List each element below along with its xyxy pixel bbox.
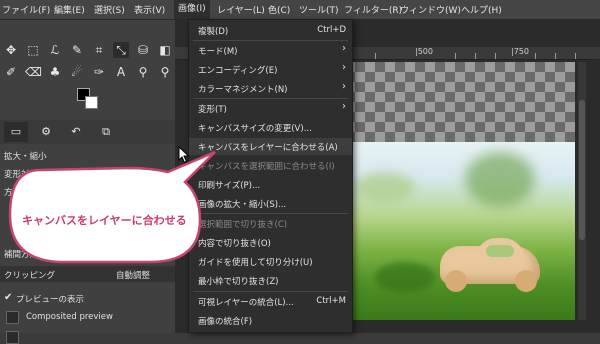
menu-windows[interactable]: ウィンドウ(W) [400,3,461,16]
menu-layer[interactable]: レイヤー(L) [217,3,265,16]
menu-item-shortcut: Ctrl+M [316,296,346,306]
blend-icon[interactable]: ◧ [157,42,173,58]
composited-preview-label[interactable]: Composited preview [26,312,113,322]
composited-preview-checkbox[interactable] [6,311,19,324]
ruler-tick [495,53,496,59]
menu-item-mode[interactable]: モード(M) › [189,42,352,59]
tree-blur [465,152,535,207]
menu-item-transform[interactable]: 変形(T) › [189,100,352,117]
menu-item-label: 画像の統合(F) [198,317,253,327]
menu-select[interactable]: 選択(S) [94,3,125,16]
callout-shape [8,150,216,264]
menu-separator [193,291,348,292]
ruler-label-750: |750 [511,47,529,56]
ruler-label-500: |500 [415,47,433,56]
tool-options-tab-icon[interactable]: ▭ [4,122,28,142]
menu-view[interactable]: 表示(V) [134,3,165,16]
menu-help[interactable]: ヘルプ(H) [461,3,502,16]
submenu-arrow-icon: › [342,101,346,112]
device-status-tab-icon[interactable]: ⚙ [34,122,58,142]
mouse-cursor-icon [178,146,190,164]
paths-icon[interactable]: ✑ [91,64,107,80]
background-color[interactable] [85,96,98,109]
menu-item-flatten-image[interactable]: 画像の統合(F) [189,312,352,329]
undo-history-tab-icon[interactable]: ↶ [64,122,88,142]
tree-blur [355,172,415,202]
menu-edit[interactable]: 編集(E) [54,3,85,16]
paintbrush-icon[interactable]: ✐ [3,64,19,80]
submenu-arrow-icon: › [342,43,346,54]
menu-item-label: エンコーディング(E) [198,66,278,76]
transparent-canvas-region [345,62,575,142]
eraser-icon[interactable]: ⌫ [25,64,42,80]
menu-item-label: モード(M) [198,47,238,57]
scrollbar-thumb[interactable] [579,100,585,240]
wooden-car-wheel [445,270,467,292]
ruler-tick [575,53,576,59]
canvas-photo [345,142,575,320]
menu-item-shortcut: Ctrl+D [317,25,346,35]
menu-item-label: カラーマネジメント(N) [198,85,288,95]
menu-item-label: 可視レイヤーの統合(L)... [198,298,294,308]
rect-select-icon[interactable]: ⬚ [25,42,41,58]
menu-color[interactable]: 色(C) [268,3,290,16]
menu-separator [193,40,348,41]
zoom-icon[interactable]: ⚲ [157,64,173,80]
ruler-tick [555,53,556,59]
menu-tools[interactable]: ツール(T) [299,3,339,16]
move-tool-icon[interactable]: ✥ [3,42,19,58]
menu-item-merge-visible-layers[interactable]: 可視レイヤーの統合(L)... Ctrl+M [189,293,352,310]
menu-item-label: 複製(D) [198,27,229,37]
ruler-tick [475,53,476,59]
wooden-car-window [486,245,514,257]
wooden-car-wheel [515,270,537,292]
menu-filters[interactable]: フィルター(R) [344,3,402,16]
ruler-tick [375,53,376,59]
clone-icon[interactable]: ♣ [47,64,63,80]
ruler-tick [535,53,536,59]
menu-item-canvas-size[interactable]: キャンバスサイズの変更(V)... [189,119,352,136]
menu-file[interactable]: ファイル(F) [2,3,50,16]
menu-item-encoding[interactable]: エンコーディング(E) › [189,61,352,78]
check-icon[interactable]: ✔ [4,292,12,303]
text-tool-icon[interactable]: A [113,64,129,80]
bucket-fill-icon[interactable]: ⛁ [135,42,151,58]
color-picker-icon[interactable]: ⚲ [135,64,151,80]
smudge-icon[interactable]: ☄ [69,64,85,80]
images-tab-icon[interactable]: ⧉ [94,122,118,142]
scale-tool-icon[interactable]: ⤡ [113,42,129,58]
menu-separator [193,98,348,99]
menu-item-color-management[interactable]: カラーマネジメント(N) › [189,80,352,97]
menu-item-label: キャンバスサイズの変更(V)... [198,124,312,134]
lasso-icon[interactable]: ℒ [47,42,63,58]
submenu-arrow-icon: › [342,81,346,92]
menu-item-duplicate[interactable]: 複製(D) Ctrl+D [189,22,352,39]
fuzzy-select-icon[interactable]: ✎ [69,42,85,58]
submenu-arrow-icon: › [342,62,346,73]
ruler-tick [455,53,456,59]
preview-checkbox-label[interactable]: プレビューの表示 [16,293,84,305]
menubar: ファイル(F) 編集(E) 選択(S) 表示(V) 画像(I) レイヤー(L) … [0,0,600,20]
crop-icon[interactable]: ⌗ [91,42,107,58]
callout-text: キャンバスをレイヤーに合わせる [22,214,187,227]
menu-item-label: 変形(T) [198,105,227,115]
grass-shadow [375,262,435,292]
menu-image[interactable]: 画像(I) [174,0,210,19]
